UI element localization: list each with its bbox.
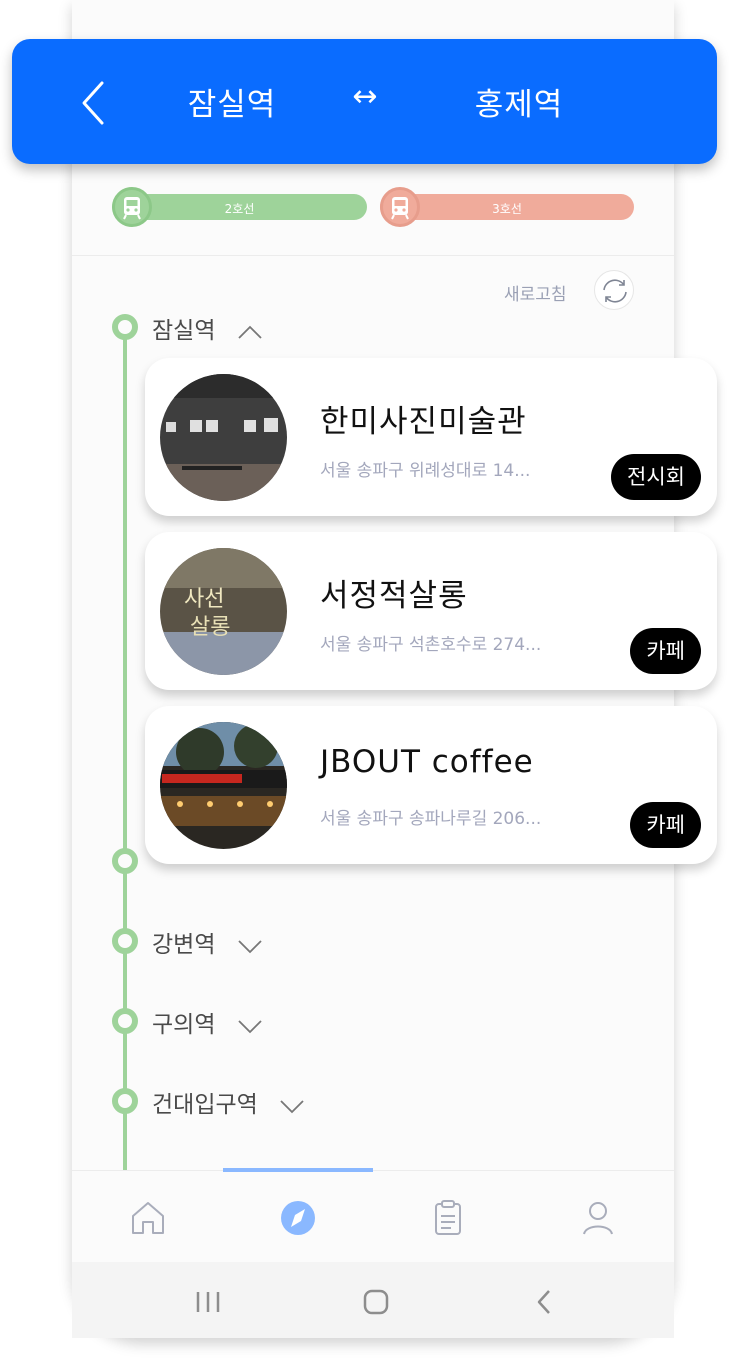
back-arrow-icon (537, 1290, 550, 1314)
refresh-label[interactable]: 새로고침 (504, 280, 567, 305)
chevron-down-icon (280, 1099, 304, 1113)
train-icon (380, 187, 420, 227)
station-dot (112, 848, 138, 874)
place-card[interactable]: 한미사진미술관 서울 송파구 위례성대로 14... 전시회 (145, 358, 717, 516)
tab-profile[interactable] (576, 1196, 620, 1240)
station-label: 건대입구역 (152, 1092, 258, 1118)
destination-station[interactable]: 홍제역 (444, 79, 594, 124)
chevron-left-icon (82, 81, 104, 125)
route-header: 잠실역 ↔ 홍제역 (12, 39, 717, 164)
place-address: 서울 송파구 석촌호수로 274... (320, 635, 542, 655)
home-square-icon (363, 1289, 389, 1315)
divider (72, 255, 674, 256)
station-dot (112, 1088, 138, 1114)
station-label: 강변역 (152, 932, 216, 958)
station-dot (112, 314, 138, 340)
home-icon (132, 1202, 164, 1234)
back-button[interactable] (74, 79, 114, 127)
tab-home[interactable] (126, 1196, 170, 1240)
station-guui[interactable]: 구의역 (152, 1005, 263, 1039)
category-badge: 카페 (630, 802, 701, 848)
place-card[interactable]: 사선 살롱 서정적살롱 서울 송파구 석촌호수로 274... 카페 (145, 532, 717, 690)
place-card[interactable]: JBOUT coffee 서울 송파구 송파나루길 206... 카페 (145, 706, 717, 864)
place-thumbnail (160, 374, 287, 501)
place-name: 한미사진미술관 (320, 404, 527, 440)
app-screen: 잠실역 ↔ 홍제역 2호선 3호선 새로고침 잠실역 한미사진미술관 서울 송파… (0, 0, 729, 1362)
tabbar-divider (72, 1170, 674, 1171)
category-badge: 카페 (630, 628, 701, 674)
station-label: 잠실역 (152, 318, 216, 344)
tab-explore[interactable] (276, 1196, 320, 1240)
place-name: 서정적살롱 (320, 578, 468, 614)
svg-text:살롱: 살롱 (190, 615, 230, 640)
train-icon (112, 187, 152, 227)
station-dot (112, 1008, 138, 1034)
place-address: 서울 송파구 위례성대로 14... (320, 461, 531, 481)
user-icon (583, 1202, 613, 1235)
origin-station[interactable]: 잠실역 (162, 79, 302, 124)
back-nav-button[interactable] (524, 1282, 564, 1322)
timeline-line (123, 327, 127, 1170)
chevron-down-icon (238, 1019, 262, 1033)
recent-apps-button[interactable] (188, 1282, 228, 1322)
place-thumbnail: 사선 살롱 (160, 548, 287, 675)
home-nav-button[interactable] (356, 1282, 396, 1322)
category-badge: 전시회 (611, 454, 701, 500)
clipboard-icon (435, 1200, 461, 1235)
place-thumbnail (160, 722, 287, 849)
station-dot (112, 928, 138, 954)
place-address: 서울 송파구 송파나루길 206... (320, 809, 542, 829)
chevron-up-icon (238, 325, 262, 339)
active-tab-indicator (223, 1168, 373, 1172)
tab-list[interactable] (426, 1196, 470, 1240)
station-jamsil[interactable]: 잠실역 (152, 311, 263, 345)
station-label: 구의역 (152, 1012, 216, 1038)
place-name: JBOUT coffee (320, 744, 534, 780)
recent-apps-icon (196, 1292, 220, 1312)
station-konkuk[interactable]: 건대입구역 (152, 1085, 305, 1119)
refresh-icon (603, 279, 627, 303)
chevron-down-icon (238, 939, 262, 953)
compass-icon (281, 1201, 315, 1235)
refresh-button[interactable] (594, 270, 634, 310)
station-gangbyeon[interactable]: 강변역 (152, 925, 263, 959)
svg-text:사선: 사선 (184, 587, 224, 612)
swap-icon[interactable]: ↔ (342, 79, 388, 114)
